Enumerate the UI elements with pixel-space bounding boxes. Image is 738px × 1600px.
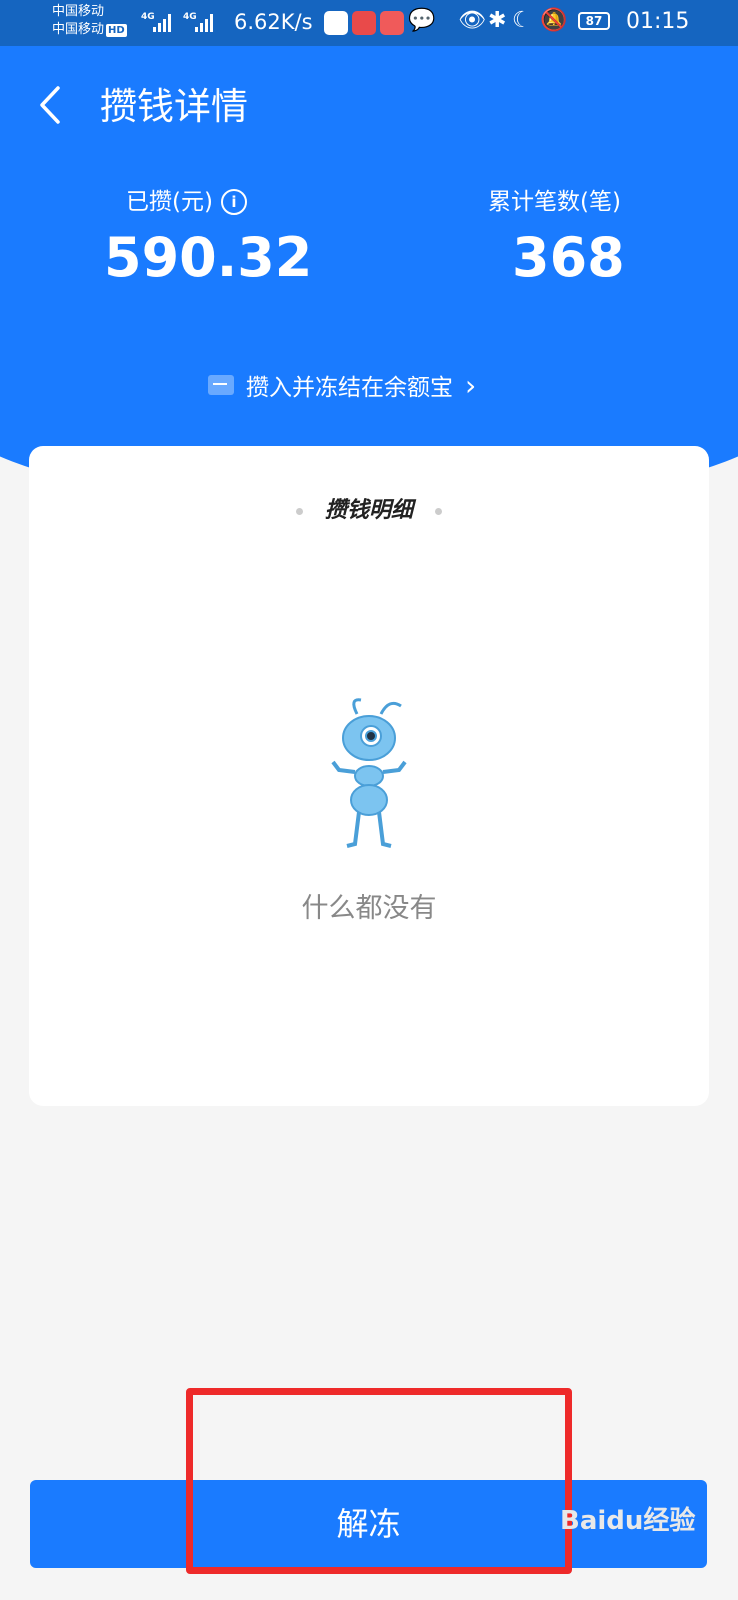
battery-icon: 87: [578, 12, 610, 30]
eye-icon: 👁: [458, 8, 486, 33]
saved-amount-label: 已攒(元) i: [126, 182, 247, 216]
signal-icon: [153, 12, 173, 32]
hd-badge: HD: [106, 24, 127, 37]
mute-bell-icon: 🔕: [540, 8, 568, 33]
carrier-2: 中国移动: [52, 22, 105, 37]
card-icon: [208, 375, 234, 395]
chevron-left-icon: [40, 86, 60, 124]
status-bar: 中国移动 中国移动 HD 4G 4G 6.62K/s 💬 👁 ✱ ☾ 🔕 87 0…: [0, 0, 738, 46]
network-speed: 6.62K/s: [234, 10, 313, 34]
count-value: 368: [512, 226, 625, 289]
back-button[interactable]: [32, 80, 72, 130]
chevron-right-icon: ›: [465, 368, 477, 402]
app-notification-icon-2: [352, 11, 376, 35]
empty-state-text: 什么都没有: [301, 893, 437, 924]
moon-icon: ☾: [512, 8, 532, 33]
bluetooth-icon: ✱: [488, 8, 507, 33]
count-label: 累计笔数(笔): [488, 189, 621, 215]
signal-icon-2: [195, 12, 215, 32]
details-panel: 攒钱明细 什么都没有: [29, 446, 709, 1106]
page-title: 攒钱详情: [100, 85, 248, 128]
app-notification-icon: [324, 11, 348, 35]
saved-label-text: 已攒(元): [126, 189, 213, 215]
details-title: 攒钱明细: [29, 492, 709, 524]
info-icon[interactable]: i: [220, 189, 247, 215]
carrier-1: 中国移动: [52, 4, 105, 19]
chat-icon: 💬: [408, 8, 436, 33]
carrier-info: 中国移动 中国移动 HD: [52, 3, 127, 39]
ant-mascot-illustration: [331, 698, 407, 848]
title-dot-left: [295, 507, 303, 515]
freeze-link-label: 攒入并冻结在余额宝: [246, 375, 453, 401]
title-dot-right: [435, 507, 442, 515]
details-title-text: 攒钱明细: [324, 498, 413, 523]
annotation-highlight-box: [186, 1388, 572, 1574]
freeze-info-link[interactable]: 攒入并冻结在余额宝 ›: [208, 368, 476, 402]
clock: 01:15: [626, 9, 690, 34]
saved-amount-value: 590.32: [104, 226, 313, 289]
baidu-watermark: Baidu经验: [560, 1506, 696, 1536]
book-icon: [380, 11, 404, 35]
